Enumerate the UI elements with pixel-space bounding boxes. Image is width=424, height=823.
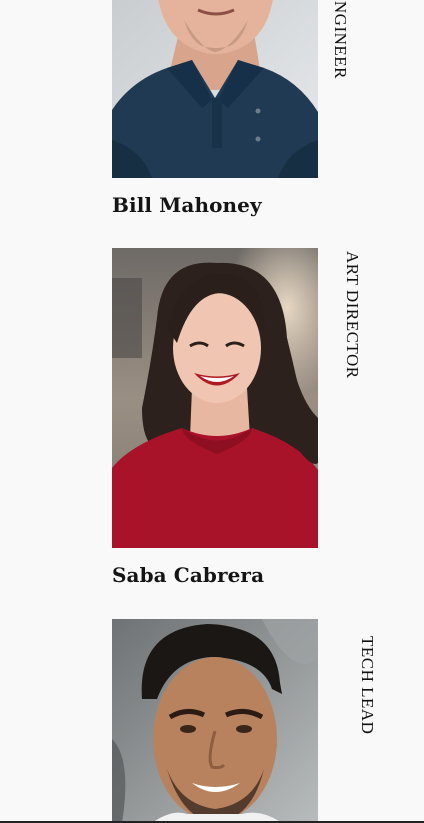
team-member-card: Saba Cabrera	[112, 248, 318, 593]
member-photo	[112, 248, 318, 548]
member-role: TECH LEAD	[358, 636, 377, 735]
member-name: Saba Cabrera	[112, 563, 265, 587]
member-role: ART DIRECTOR	[343, 251, 362, 379]
member-photo	[112, 0, 318, 178]
team-page: Bill Mahoney ENGINEER Saba Cabrera ART D…	[0, 0, 424, 823]
member-name: Bill Mahoney	[112, 193, 262, 217]
team-member-card	[112, 619, 318, 821]
team-member-card: Bill Mahoney	[112, 0, 318, 220]
member-role: ENGINEER	[331, 0, 350, 79]
member-photo	[112, 619, 318, 821]
